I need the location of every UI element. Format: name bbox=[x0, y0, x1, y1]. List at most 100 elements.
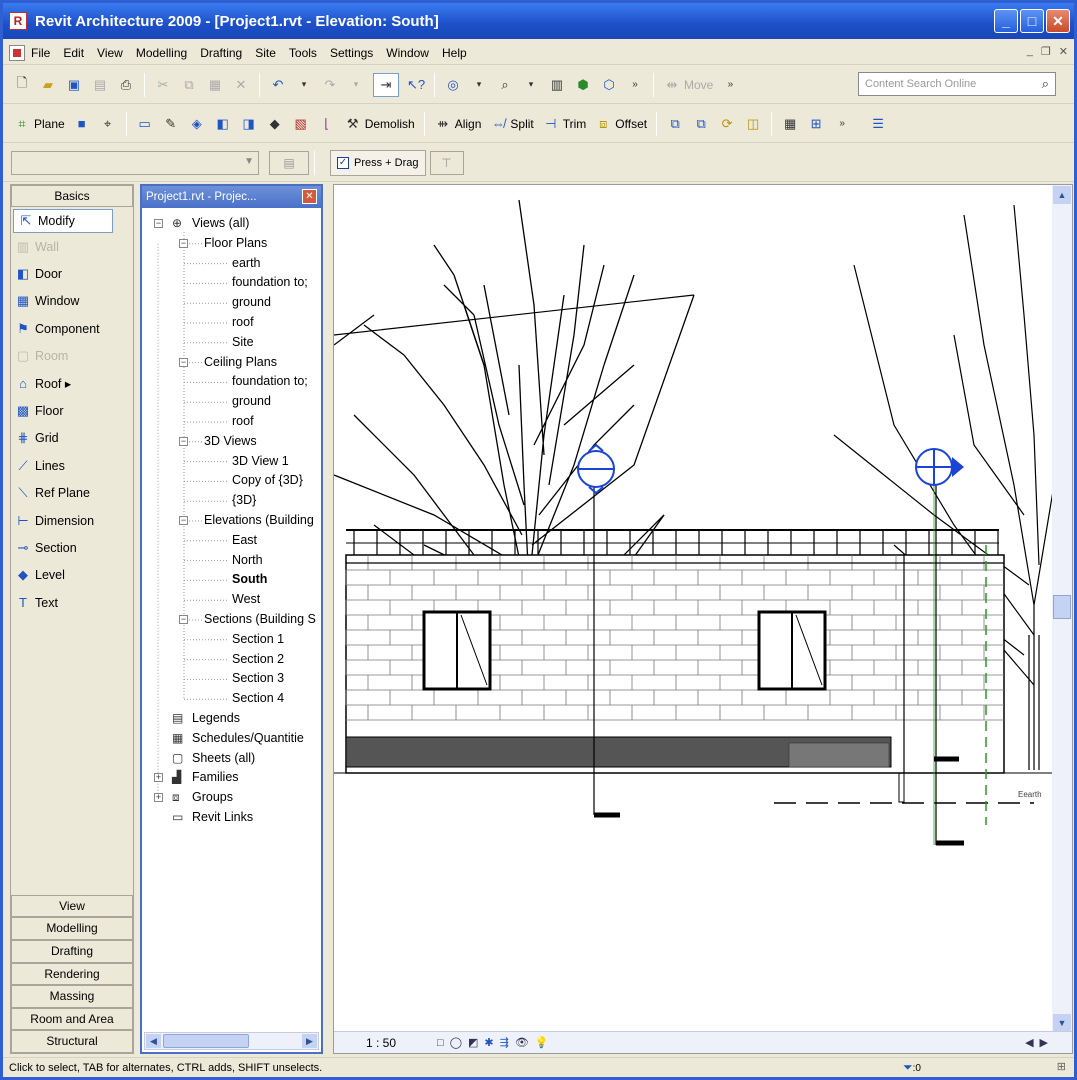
type-selector[interactable]: ▼ bbox=[11, 150, 259, 175]
document-icon[interactable] bbox=[9, 44, 25, 61]
tab-structural[interactable]: Structural bbox=[11, 1030, 133, 1053]
save-icon[interactable]: ▣ bbox=[65, 76, 83, 94]
temporary-hide-icon[interactable]: 👁 bbox=[515, 1036, 529, 1049]
tab-modelling[interactable]: Modelling bbox=[11, 917, 133, 941]
browser-node[interactable]: roof bbox=[232, 313, 254, 332]
design-bar-item-dimension[interactable]: ⊢ Dimension bbox=[11, 507, 133, 534]
design-bar-item-wall[interactable]: ▥ Wall bbox=[11, 233, 133, 260]
design-bar-item-floor[interactable]: ▩ Floor bbox=[11, 397, 133, 424]
hscroll-right-icon[interactable]: ▶ bbox=[1040, 1036, 1048, 1049]
browser-node[interactable]: 3D Views bbox=[204, 432, 257, 451]
redo-icon[interactable]: ↷ bbox=[321, 76, 339, 94]
doc-minimize-button[interactable]: _ bbox=[1027, 45, 1033, 58]
scroll-left-icon[interactable]: ◀ bbox=[146, 1034, 161, 1048]
close-icon[interactable]: ✕ bbox=[302, 189, 317, 204]
browser-node[interactable]: earth bbox=[232, 254, 261, 273]
copy-to-clipboard-icon[interactable]: ⧉ bbox=[666, 115, 684, 133]
whats-this-icon[interactable]: ↖? bbox=[407, 76, 425, 94]
copy-icon[interactable]: ⧉ bbox=[180, 76, 198, 94]
split-button[interactable]: ⇎ Split bbox=[485, 112, 537, 136]
menu-edit[interactable]: Edit bbox=[63, 46, 84, 60]
browser-node[interactable]: 3D View 1 bbox=[232, 452, 289, 471]
design-bar-item-ref-plane[interactable]: ⟍ Ref Plane bbox=[11, 480, 133, 507]
print-preview-icon[interactable]: ▤ bbox=[91, 76, 109, 94]
paste-icon[interactable]: ▦ bbox=[206, 76, 224, 94]
view-scroll-thumb[interactable] bbox=[1053, 595, 1071, 619]
filter-icon[interactable]: ⏷:0 bbox=[903, 1060, 921, 1075]
detail-level-icon[interactable]: □ bbox=[437, 1037, 444, 1049]
menu-help[interactable]: Help bbox=[442, 46, 467, 60]
browser-node[interactable]: Section 4 bbox=[232, 689, 284, 708]
design-bar-item-component[interactable]: ⚑ Component bbox=[11, 315, 133, 342]
design-bar-item-door[interactable]: ◧ Door bbox=[11, 260, 133, 287]
unjoin-icon[interactable]: ◨ bbox=[240, 115, 258, 133]
shadows-icon[interactable]: ◩ bbox=[468, 1036, 478, 1049]
content-search-input[interactable]: Content Search Online ⌕ bbox=[858, 72, 1056, 96]
browser-node[interactable]: Copy of {3D} bbox=[232, 471, 303, 490]
zoom-icon[interactable]: ⌕ bbox=[496, 76, 514, 94]
expand-icon[interactable]: + bbox=[154, 793, 163, 803]
reveal-hidden-icon[interactable]: 💡 bbox=[535, 1036, 549, 1049]
browser-node[interactable]: Site bbox=[232, 333, 254, 352]
show-plane-icon[interactable]: ■ bbox=[73, 115, 91, 133]
press-drag-checkbox[interactable]: ✓ Press + Drag bbox=[330, 149, 426, 176]
elevation-drawing[interactable]: Eearth bbox=[334, 185, 1052, 1033]
menu-tools[interactable]: Tools bbox=[289, 46, 317, 60]
menu-settings[interactable]: Settings bbox=[330, 46, 373, 60]
split-face-icon[interactable]: ▧ bbox=[292, 115, 310, 133]
group-icon[interactable]: ▦ bbox=[781, 115, 799, 133]
tab-rendering[interactable]: Rendering bbox=[11, 962, 133, 986]
collapse-icon[interactable]: − bbox=[179, 357, 188, 367]
drawing-view[interactable]: Eearth ▲ ▼ 1 : 50 □ ◯ ◩ ✱ ⇶ 👁 💡 ◀ ▶ bbox=[333, 184, 1073, 1054]
resize-grip-icon[interactable]: ⊞ bbox=[1057, 1060, 1066, 1073]
delete-icon[interactable]: ✕ bbox=[232, 76, 250, 94]
design-bar-item-window[interactable]: ▦ Window bbox=[11, 288, 133, 315]
design-bar-item-level[interactable]: ◆ Level bbox=[11, 562, 133, 589]
browser-node[interactable]: ▢ Sheets (all) bbox=[172, 749, 255, 768]
browser-node[interactable]: South bbox=[232, 570, 267, 589]
browser-node[interactable]: East bbox=[232, 531, 257, 550]
doc-restore-button[interactable]: ❐ bbox=[1041, 45, 1051, 58]
browser-node[interactable]: {3D} bbox=[232, 491, 256, 510]
browser-node[interactable]: roof bbox=[232, 412, 254, 431]
print-icon[interactable]: ⎙ bbox=[117, 76, 135, 94]
browser-node[interactable]: ▤ Legends bbox=[172, 709, 240, 728]
scroll-thumb[interactable] bbox=[163, 1034, 249, 1048]
browser-node[interactable]: Elevations (Building bbox=[204, 511, 314, 530]
browser-node[interactable]: Section 2 bbox=[232, 650, 284, 669]
browser-node[interactable]: Section 1 bbox=[232, 630, 284, 649]
plane-button[interactable]: ⌗ Plane bbox=[9, 112, 69, 136]
copy-element-icon[interactable]: ⧉ bbox=[692, 115, 710, 133]
trim-button[interactable]: ⊣ Trim bbox=[538, 112, 591, 136]
browser-node[interactable]: Ceiling Plans bbox=[204, 353, 277, 372]
properties-button[interactable]: ▤ bbox=[269, 150, 309, 175]
align-button[interactable]: ⇻ Align bbox=[430, 112, 486, 136]
move-button[interactable]: ⇹ Move bbox=[659, 73, 717, 97]
browser-horizontal-scrollbar[interactable]: ◀ ▶ bbox=[144, 1032, 319, 1050]
tab-room-and-area[interactable]: Room and Area bbox=[11, 1007, 133, 1031]
view-scale[interactable]: 1 : 50 bbox=[366, 1036, 396, 1050]
more-tools-2-icon[interactable]: » bbox=[721, 76, 739, 94]
maximize-button[interactable]: □ bbox=[1020, 9, 1044, 33]
browser-node[interactable]: ▟ Families bbox=[172, 768, 239, 787]
zoom-dropdown-icon[interactable]: ▾ bbox=[470, 76, 488, 94]
hscroll-left-icon[interactable]: ◀ bbox=[1025, 1036, 1033, 1049]
undo-icon[interactable]: ↶ bbox=[269, 76, 287, 94]
select-box-icon[interactable]: ▭ bbox=[136, 115, 154, 133]
camera-icon[interactable]: ⬡ bbox=[600, 76, 618, 94]
collapse-icon[interactable]: − bbox=[179, 516, 188, 525]
close-button[interactable]: ✕ bbox=[1046, 9, 1070, 33]
demolish-button[interactable]: ⚒ Demolish bbox=[340, 112, 419, 136]
browser-node[interactable]: Sections (Building S bbox=[204, 610, 316, 629]
menu-file[interactable]: File bbox=[31, 46, 50, 60]
browser-node[interactable]: ▦ Schedules/Quantitie bbox=[172, 729, 304, 748]
show-crop-icon[interactable]: ⇶ bbox=[500, 1036, 509, 1049]
zoom-dropdown-2-icon[interactable]: ▾ bbox=[522, 76, 540, 94]
collapse-icon[interactable]: − bbox=[179, 615, 188, 624]
collapse-icon[interactable]: − bbox=[154, 219, 163, 228]
scroll-right-icon[interactable]: ▶ bbox=[302, 1034, 317, 1048]
more-tools-3-icon[interactable]: » bbox=[833, 115, 851, 133]
wall-joins-icon[interactable]: ⌊ bbox=[318, 115, 336, 133]
minimize-button[interactable]: _ bbox=[994, 9, 1018, 33]
scroll-up-icon[interactable]: ▲ bbox=[1053, 186, 1071, 204]
